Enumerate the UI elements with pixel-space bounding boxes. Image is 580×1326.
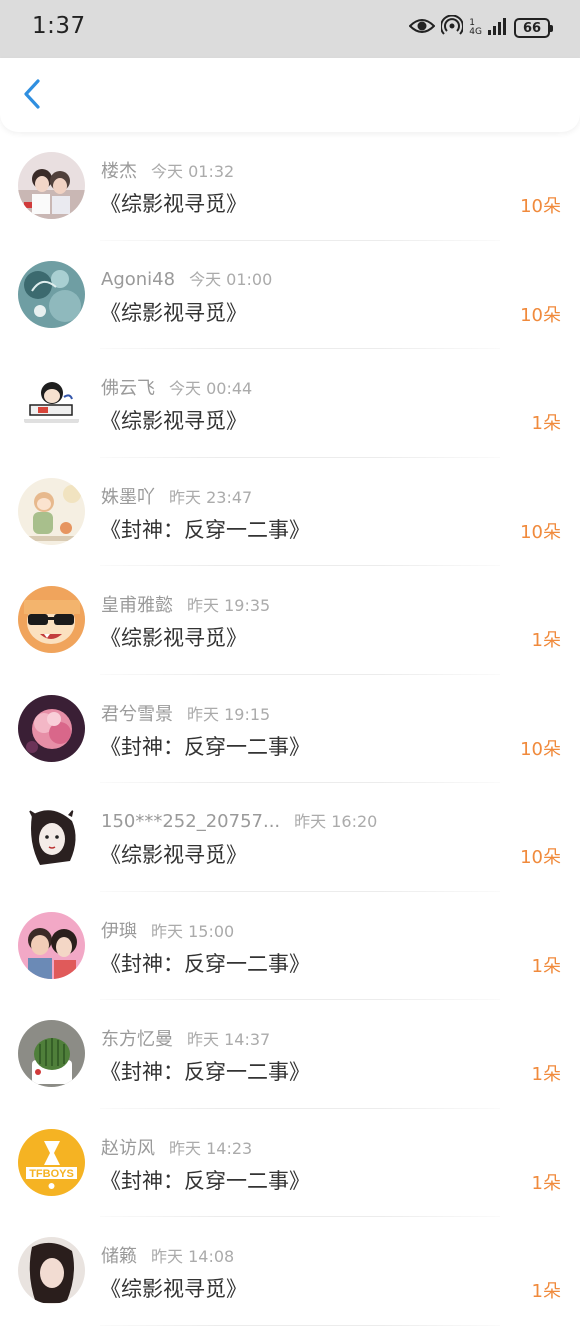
list-item[interactable]: 储籁 昨天 14:08 《综影视寻觅》 1朵	[0, 1217, 580, 1326]
user-name[interactable]: 姝墨吖	[101, 487, 155, 508]
gift-amount: 10朵	[520, 847, 561, 868]
gift-amount: 1朵	[531, 1172, 561, 1194]
gift-amount: 10朵	[520, 304, 561, 326]
status-bar: 1:37 1 4G 66	[0, 0, 580, 58]
gift-amount: 1朵	[531, 1064, 561, 1085]
book-title[interactable]: 《综影视寻觅》	[100, 188, 247, 218]
gift-time: 昨天 19:15	[187, 704, 271, 724]
avatar[interactable]	[18, 1237, 85, 1304]
avatar[interactable]	[18, 152, 85, 219]
gift-time: 今天 01:00	[189, 269, 273, 289]
gift-time: 昨天 14:08	[151, 1247, 235, 1266]
book-title[interactable]: 《综影视寻觅》	[100, 839, 247, 869]
list-item[interactable]: 楼杰 今天 01:32 《综影视寻觅》 10朵	[0, 132, 580, 241]
network-label: 1 4G	[469, 19, 482, 37]
book-title[interactable]: 《综影视寻觅》	[100, 405, 247, 435]
list-item[interactable]: 皇甫雅懿 昨天 19:35 《综影视寻觅》 1朵	[0, 566, 580, 675]
item-meta: 姝墨吖 昨天 23:47	[101, 483, 252, 509]
network-type: 4G	[469, 27, 482, 37]
avatar[interactable]	[18, 1020, 85, 1087]
gift-amount: 1朵	[531, 955, 561, 977]
list-item[interactable]: 伊璵 昨天 15:00 《封神：反穿一二事》 1朵	[0, 892, 580, 1000]
status-icons: 1 4G 66	[408, 14, 553, 41]
user-name[interactable]: 东方忆曼	[101, 1029, 173, 1050]
gift-amount: 1朵	[531, 413, 561, 434]
gift-time: 昨天 23:47	[169, 487, 253, 507]
list-item[interactable]: 佛云飞 今天 00:44 《综影视寻觅》 1朵	[0, 349, 580, 458]
book-title[interactable]: 《封神：反穿一二事》	[100, 731, 310, 761]
list-item[interactable]: 君兮雪景 昨天 19:15 《封神：反穿一二事》 10朵	[0, 675, 580, 783]
book-title[interactable]: 《综影视寻觅》	[100, 297, 247, 327]
list-item[interactable]: TFBOYS 赵访风 昨天 14:23 《封神：反穿一二事》 1朵	[0, 1109, 580, 1217]
book-title[interactable]: 《封神：反穿一二事》	[100, 514, 310, 544]
back-button[interactable]	[14, 76, 50, 116]
eye-icon	[408, 17, 436, 39]
gift-amount: 1朵	[531, 1281, 561, 1302]
gift-time: 昨天 16:20	[294, 812, 378, 831]
list-item[interactable]: 姝墨吖 昨天 23:47 《封神：反穿一二事》 10朵	[0, 458, 580, 566]
user-name[interactable]: Agoni48	[101, 269, 175, 290]
gift-amount: 10朵	[520, 738, 561, 760]
battery-icon: 66	[514, 18, 553, 38]
hotspot-icon	[440, 14, 465, 41]
item-meta: 楼杰 今天 01:32	[101, 157, 234, 183]
item-meta: 150***252_20757... 昨天 16:20	[101, 808, 377, 832]
avatar[interactable]	[18, 260, 85, 328]
user-name[interactable]: 楼杰	[101, 161, 137, 182]
avatar[interactable]: TFBOYS	[18, 1128, 85, 1196]
avatar[interactable]	[18, 803, 85, 870]
book-title[interactable]: 《封神：反穿一二事》	[100, 948, 310, 978]
user-name[interactable]: 伊璵	[101, 921, 137, 942]
gift-amount: 10朵	[520, 521, 561, 543]
list-item[interactable]: Agoni48 今天 01:00 《综影视寻觅》 10朵	[0, 241, 580, 349]
divider	[100, 1324, 500, 1326]
gift-time: 今天 00:44	[169, 379, 253, 398]
avatar[interactable]	[18, 586, 85, 653]
item-meta: 伊璵 昨天 15:00	[101, 917, 234, 943]
avatar[interactable]	[18, 694, 85, 762]
gift-time: 昨天 14:23	[169, 1138, 253, 1158]
item-meta: 东方忆曼 昨天 14:37	[101, 1025, 270, 1051]
gift-time: 昨天 15:00	[151, 921, 235, 941]
book-title[interactable]: 《封神：反穿一二事》	[100, 1056, 310, 1086]
item-meta: 君兮雪景 昨天 19:15	[101, 700, 270, 726]
gift-time: 昨天 14:37	[187, 1030, 271, 1049]
item-meta: Agoni48 今天 01:00	[101, 266, 272, 290]
item-meta: 储籁 昨天 14:08	[101, 1242, 234, 1268]
user-name[interactable]: 君兮雪景	[101, 704, 173, 725]
item-meta: 赵访风 昨天 14:23	[101, 1134, 252, 1160]
status-time: 1:37	[32, 13, 86, 39]
book-title[interactable]: 《综影视寻觅》	[100, 1273, 247, 1303]
gift-time: 今天 01:32	[151, 162, 235, 181]
signal-icon	[488, 17, 508, 39]
item-meta: 皇甫雅懿 昨天 19:35	[101, 591, 270, 617]
user-name[interactable]: 佛云飞	[101, 378, 155, 399]
list-item[interactable]: 东方忆曼 昨天 14:37 《封神：反穿一二事》 1朵	[0, 1000, 580, 1109]
item-meta: 佛云飞 今天 00:44	[101, 374, 252, 400]
user-name[interactable]: 150***252_20757...	[101, 811, 280, 832]
user-name[interactable]: 储籁	[101, 1246, 137, 1267]
svg-text:TFBOYS: TFBOYS	[29, 1168, 74, 1180]
list-item[interactable]: 150***252_20757... 昨天 16:20 《综影视寻觅》 10朵	[0, 783, 580, 892]
gift-time: 昨天 19:35	[187, 596, 271, 615]
book-title[interactable]: 《综影视寻觅》	[100, 622, 247, 652]
user-name[interactable]: 皇甫雅懿	[101, 595, 173, 616]
chevron-left-icon	[22, 78, 42, 114]
header-bar	[0, 58, 580, 132]
gift-amount: 1朵	[531, 630, 561, 651]
book-title[interactable]: 《封神：反穿一二事》	[100, 1165, 310, 1195]
battery-level: 66	[522, 20, 542, 36]
avatar[interactable]	[18, 369, 85, 436]
avatar[interactable]	[18, 911, 85, 979]
user-name[interactable]: 赵访风	[101, 1138, 155, 1159]
gift-amount: 10朵	[520, 196, 561, 217]
avatar[interactable]	[18, 477, 85, 545]
